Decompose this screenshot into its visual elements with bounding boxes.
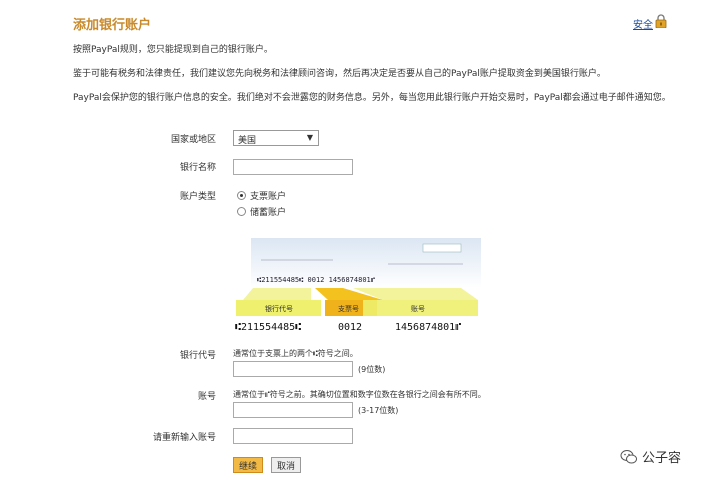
intro-paragraph-3: PayPal会保护您的银行账户信息的安全。我们绝对不会泄露您的财务信息。另外，每… — [73, 93, 671, 103]
radio-checking-label: 支票账户 — [250, 192, 287, 202]
routing-label: 银行代号 — [179, 351, 216, 361]
continue-button[interactable]: 继续 — [233, 457, 263, 473]
country-label: 国家或地区 — [170, 135, 216, 145]
account-label: 账号 — [197, 392, 216, 402]
country-select-value: 美国 — [238, 136, 257, 146]
security-link[interactable]: 安全 — [633, 16, 653, 31]
page-title: 添加银行账户 — [73, 18, 152, 33]
routing-input[interactable] — [233, 361, 353, 377]
wechat-icon — [620, 449, 637, 463]
dropdown-arrow-icon: ▼ — [306, 133, 313, 142]
cancel-button[interactable]: 取消 — [271, 457, 301, 473]
account-hint: 通常位于⑈符号之前。其确切位置和数字位数在各银行之间会有所不同。 — [233, 390, 486, 399]
routing-hint: 通常位于支票上的两个⑆符号之间。 — [233, 349, 358, 358]
watermark-text: 公子容 — [642, 451, 682, 466]
radio-checking[interactable]: 支票账户 — [237, 189, 286, 202]
check-big-account: 1456874801⑈ — [395, 322, 461, 333]
account-input[interactable] — [233, 402, 353, 418]
account-type-label: 账户类型 — [179, 192, 216, 202]
routing-suffix: (9位数) — [358, 365, 386, 374]
radio-savings[interactable]: 储蓄账户 — [237, 205, 286, 218]
reenter-label: 请重新输入账号 — [152, 433, 216, 443]
check-big-routing: ⑆211554485⑆ — [235, 322, 301, 333]
check-account-tag: 账号 — [411, 304, 425, 313]
radio-checking-button[interactable] — [237, 191, 246, 200]
check-illustration: ⑆211554485⑆ 0012 1456874801⑈ 银行代号 支票号 账号… — [235, 238, 481, 333]
check-big-number: 0012 — [338, 322, 362, 333]
check-micr-line: ⑆211554485⑆ 0012 1456874801⑈ — [257, 276, 375, 284]
check-number-tag: 支票号 — [338, 304, 359, 313]
bank-name-input[interactable] — [233, 159, 353, 175]
bank-name-label: 银行名称 — [179, 163, 216, 173]
account-suffix: (3-17位数) — [358, 406, 399, 415]
radio-savings-button[interactable] — [237, 207, 246, 216]
check-routing-tag: 银行代号 — [265, 304, 293, 313]
country-select[interactable]: 美国 ▼ — [233, 130, 319, 146]
watermark: 公子容 — [620, 447, 681, 466]
intro-paragraph-1: 按照PayPal规则，您只能提现到自己的银行账户。 — [73, 45, 273, 55]
intro-paragraph-2: 鉴于可能有税务和法律责任，我们建议您先向税务和法律顾问咨询，然后再决定是否要从自… — [73, 69, 606, 79]
radio-savings-label: 储蓄账户 — [250, 208, 287, 218]
lock-icon — [655, 14, 667, 28]
reenter-account-input[interactable] — [233, 428, 353, 444]
